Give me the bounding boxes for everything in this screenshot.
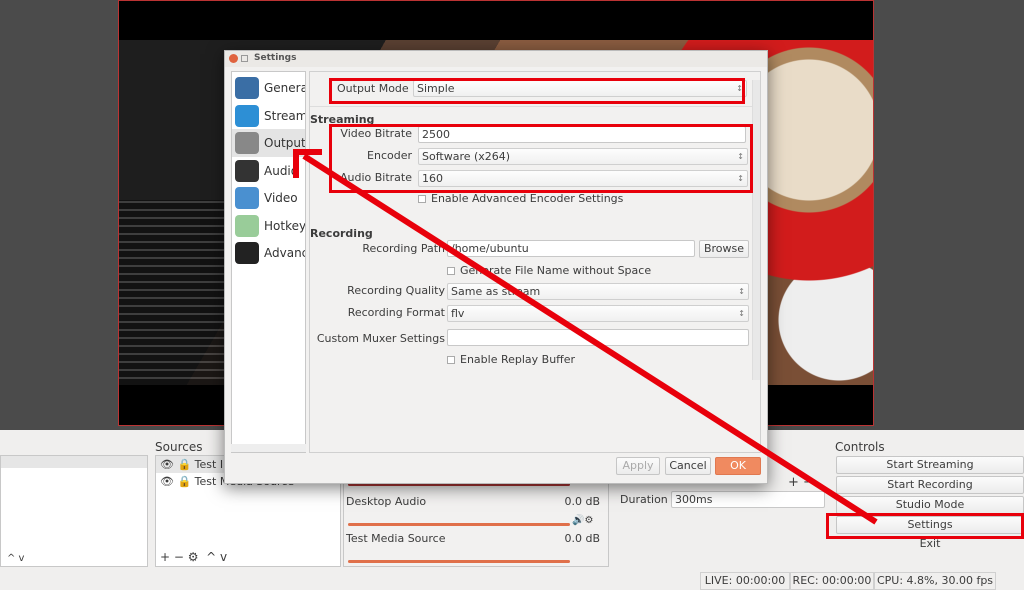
arrow-line [302,153,878,525]
annotation-arrow [293,149,878,525]
